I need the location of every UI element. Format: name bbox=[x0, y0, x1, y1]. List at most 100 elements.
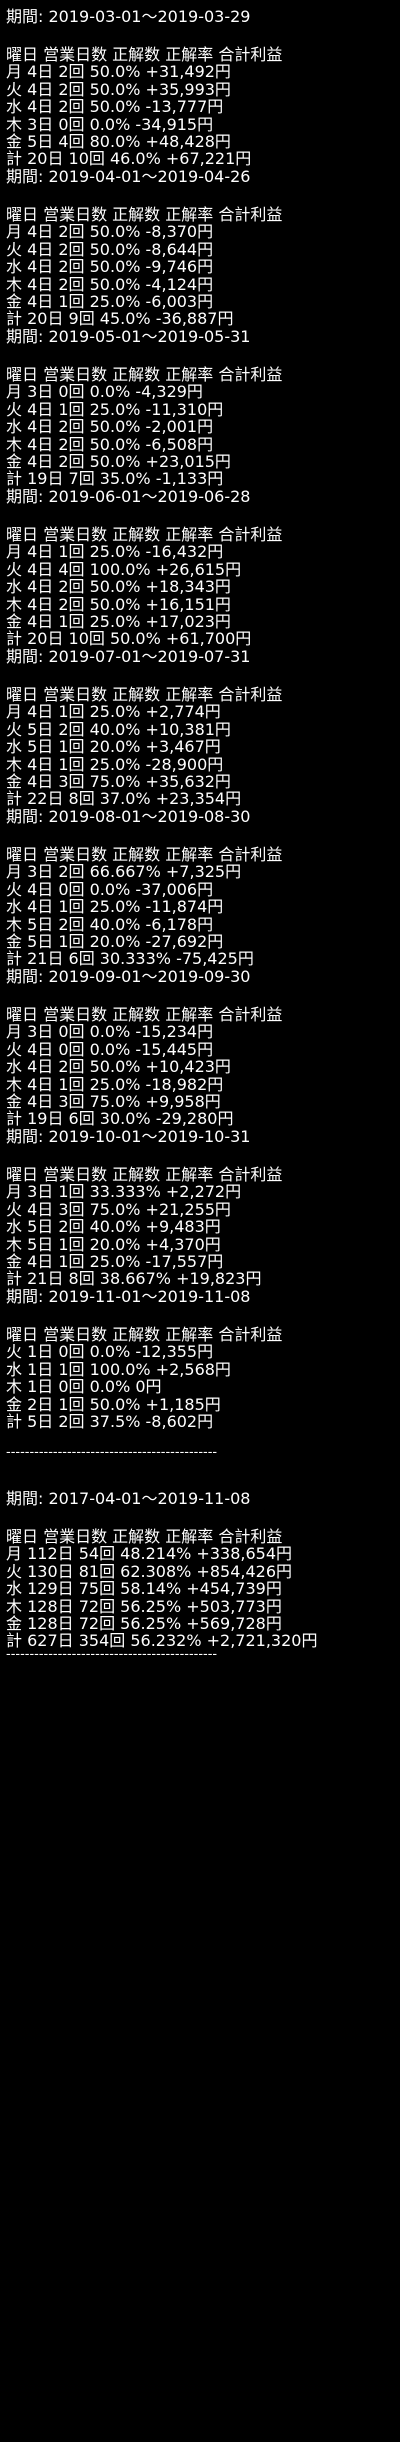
weekday-row: 金 4日 3回 75.0% +35,632円 bbox=[6, 772, 231, 791]
period-line: 期間: 2017-04-01～2019-11-08 bbox=[6, 1490, 250, 1508]
weekday-row: 火 130日 81回 62.308% +854,426円 bbox=[6, 1561, 293, 1581]
period-line: 期間: 2019-10-01～2019-10-31 bbox=[6, 1128, 250, 1146]
weekday-row: 金 128日 72回 56.25% +569,728円 bbox=[6, 1614, 282, 1633]
period-range: 2019-04-01～2019-04-26 bbox=[48, 167, 251, 186]
column-header: 曜日 営業日数 正解数 正解率 合計利益 bbox=[6, 1165, 283, 1184]
column-header: 曜日 営業日数 正解数 正解率 合計利益 bbox=[6, 845, 283, 864]
weekday-row: 金 5日 1回 20.0% -27,692円 bbox=[6, 932, 224, 951]
weekday-row: 水 5日 2回 40.0% +9,483円 bbox=[6, 1217, 221, 1237]
period-line: 期間: 2019-09-01～2019-09-30 bbox=[6, 968, 250, 986]
weekday-row: 月 4日 1回 25.0% -16,432円 bbox=[6, 542, 224, 562]
period-line: 期間: 2019-07-01～2019-07-31 bbox=[6, 648, 250, 666]
weekday-row: 金 4日 1回 25.0% -17,557円 bbox=[6, 1252, 224, 1271]
period-label: 期間: bbox=[6, 807, 49, 826]
weekday-row: 火 4日 0回 0.0% -37,006円 bbox=[6, 879, 214, 899]
weekday-row: 水 4日 2回 50.0% +18,343円 bbox=[6, 577, 231, 597]
weekday-row: 水 5日 1回 20.0% +3,467円 bbox=[6, 737, 221, 757]
weekday-row: 木 3日 0回 0.0% -34,915円 bbox=[6, 114, 214, 134]
period-line: 期間: 2019-11-01～2019-11-08 bbox=[6, 1288, 250, 1306]
weekday-row: 金 4日 1回 25.0% -6,003円 bbox=[6, 292, 214, 311]
total-row: 計 5日 2回 37.5% -8,602円 bbox=[6, 1412, 214, 1431]
weekday-row: 金 4日 3回 75.0% +9,958円 bbox=[6, 1092, 221, 1111]
column-header: 曜日 営業日数 正解数 正解率 合計利益 bbox=[6, 45, 283, 64]
weekday-row: 木 4日 2回 50.0% -6,508円 bbox=[6, 434, 214, 454]
period-line: 期間: 2019-05-01～2019-05-31 bbox=[6, 328, 250, 346]
weekday-row: 火 4日 2回 50.0% -8,644円 bbox=[6, 239, 214, 259]
period-line: 期間: 2019-08-01～2019-08-30 bbox=[6, 808, 250, 826]
period-label: 期間: bbox=[6, 7, 49, 26]
weekday-row: 月 4日 2回 50.0% +31,492円 bbox=[6, 62, 231, 82]
weekday-row: 月 4日 1回 25.0% +2,774円 bbox=[6, 702, 221, 722]
period-label: 期間: bbox=[6, 327, 49, 346]
period-label: 期間: bbox=[6, 647, 49, 666]
weekday-row: 月 3日 0回 0.0% -15,234円 bbox=[6, 1022, 214, 1042]
weekday-row: 金 4日 1回 25.0% +17,023円 bbox=[6, 612, 231, 631]
period-label: 期間: bbox=[6, 487, 49, 506]
weekday-row: 火 1日 0回 0.0% -12,355円 bbox=[6, 1342, 214, 1362]
report-document: 期間: 2019-03-01～2019-03-29 曜日 営業日数 正解数 正解率… bbox=[0, 0, 400, 2442]
weekday-row: 木 4日 1回 25.0% -28,900円 bbox=[6, 754, 224, 774]
period-label: 期間: bbox=[6, 967, 49, 986]
weekday-row: 金 4日 2回 50.0% +23,015円 bbox=[6, 452, 231, 471]
column-header: 曜日 営業日数 正解数 正解率 合計利益 bbox=[6, 525, 283, 544]
divider-line: ----------------------------------------… bbox=[6, 1646, 218, 1662]
weekday-row: 木 1日 0回 0.0% 0円 bbox=[6, 1377, 162, 1397]
column-header: 曜日 営業日数 正解数 正解率 合計利益 bbox=[6, 365, 283, 384]
weekday-row: 月 112日 54回 48.214% +338,654円 bbox=[6, 1544, 293, 1564]
weekday-row: 木 5日 2回 40.0% -6,178円 bbox=[6, 914, 214, 934]
column-header: 曜日 営業日数 正解数 正解率 合計利益 bbox=[6, 685, 283, 704]
divider-line: ----------------------------------------… bbox=[6, 1445, 218, 1460]
weekday-row: 火 4日 0回 0.0% -15,445円 bbox=[6, 1039, 214, 1059]
weekday-row: 火 4日 2回 50.0% +35,993円 bbox=[6, 79, 231, 99]
weekday-row: 月 3日 2回 66.667% +7,325円 bbox=[6, 862, 242, 882]
total-row: 計 22日 8回 37.0% +23,354円 bbox=[6, 789, 242, 809]
weekday-row: 火 5日 2回 40.0% +10,381円 bbox=[6, 719, 231, 739]
weekday-row: 水 4日 2回 50.0% -9,746円 bbox=[6, 257, 214, 277]
period-label: 期間: bbox=[6, 1489, 49, 1508]
weekday-row: 水 4日 2回 50.0% -2,001円 bbox=[6, 417, 214, 437]
weekday-row: 水 1日 1回 100.0% +2,568円 bbox=[6, 1359, 231, 1379]
period-range: 2019-08-01～2019-08-30 bbox=[48, 807, 251, 826]
total-row: 計 20日 10回 50.0% +61,700円 bbox=[6, 629, 252, 649]
weekday-row: 月 3日 0回 0.0% -4,329円 bbox=[6, 382, 203, 402]
period-label: 期間: bbox=[6, 167, 49, 186]
period-range: 2017-04-01～2019-11-08 bbox=[48, 1489, 251, 1508]
weekday-row: 金 2日 1回 50.0% +1,185円 bbox=[6, 1394, 221, 1414]
period-range: 2019-10-01～2019-10-31 bbox=[48, 1127, 251, 1146]
column-header: 曜日 営業日数 正解数 正解率 合計利益 bbox=[6, 1325, 283, 1344]
weekday-row: 火 4日 4回 100.0% +26,615円 bbox=[6, 559, 242, 579]
period-range: 2019-03-01～2019-03-29 bbox=[48, 7, 251, 26]
weekday-row: 月 4日 2回 50.0% -8,370円 bbox=[6, 222, 214, 242]
column-header: 曜日 営業日数 正解数 正解率 合計利益 bbox=[6, 205, 283, 224]
weekday-row: 月 3日 1回 33.333% +2,272円 bbox=[6, 1182, 242, 1202]
total-row: 計 20日 9回 45.0% -36,887円 bbox=[6, 309, 234, 329]
weekday-row: 火 4日 1回 25.0% -11,310円 bbox=[6, 399, 224, 419]
column-header: 曜日 営業日数 正解数 正解率 合計利益 bbox=[6, 1527, 283, 1546]
weekday-row: 火 4日 3回 75.0% +21,255円 bbox=[6, 1199, 231, 1219]
period-line: 期間: 2019-06-01～2019-06-28 bbox=[6, 488, 250, 506]
period-range: 2019-06-01～2019-06-28 bbox=[48, 487, 251, 506]
weekday-row: 水 4日 2回 50.0% +10,423円 bbox=[6, 1057, 231, 1077]
weekday-row: 木 4日 2回 50.0% +16,151円 bbox=[6, 594, 231, 614]
weekday-row: 水 129日 75回 58.14% +454,739円 bbox=[6, 1579, 282, 1599]
period-label: 期間: bbox=[6, 1287, 49, 1306]
weekday-row: 金 5日 4回 80.0% +48,428円 bbox=[6, 132, 231, 151]
total-row: 計 20日 10回 46.0% +67,221円 bbox=[6, 149, 252, 169]
total-row: 計 21日 6回 30.333% -75,425円 bbox=[6, 949, 254, 969]
weekday-row: 水 4日 2回 50.0% -13,777円 bbox=[6, 97, 224, 117]
period-range: 2019-11-01～2019-11-08 bbox=[48, 1287, 251, 1306]
period-range: 2019-09-01～2019-09-30 bbox=[48, 967, 251, 986]
period-line: 期間: 2019-04-01～2019-04-26 bbox=[6, 168, 250, 186]
weekday-row: 木 4日 2回 50.0% -4,124円 bbox=[6, 274, 214, 294]
total-row: 計 19日 6回 30.0% -29,280円 bbox=[6, 1109, 234, 1129]
period-range: 2019-05-01～2019-05-31 bbox=[48, 327, 251, 346]
weekday-row: 木 128日 72回 56.25% +503,773円 bbox=[6, 1596, 282, 1616]
period-range: 2019-07-01～2019-07-31 bbox=[48, 647, 251, 666]
period-line: 期間: 2019-03-01～2019-03-29 bbox=[6, 8, 250, 26]
total-row: 計 21日 8回 38.667% +19,823円 bbox=[6, 1269, 262, 1289]
total-row: 計 19日 7回 35.0% -1,133円 bbox=[6, 469, 224, 489]
weekday-row: 水 4日 1回 25.0% -11,874円 bbox=[6, 897, 224, 917]
column-header: 曜日 営業日数 正解数 正解率 合計利益 bbox=[6, 1005, 283, 1024]
weekday-row: 木 5日 1回 20.0% +4,370円 bbox=[6, 1234, 221, 1254]
weekday-row: 木 4日 1回 25.0% -18,982円 bbox=[6, 1074, 224, 1094]
